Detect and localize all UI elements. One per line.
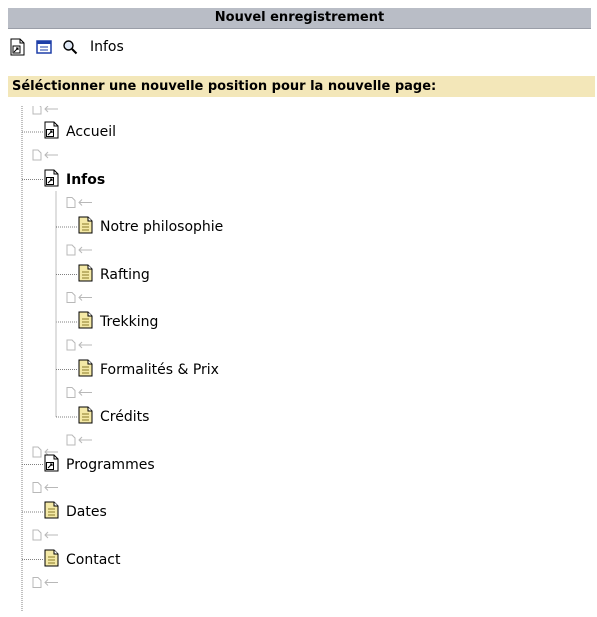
dialog-title: Nouvel enregistrement (8, 8, 591, 29)
page-icon (44, 501, 60, 523)
tree-node[interactable]: Formalités & Prix (78, 359, 219, 381)
position-heading: Séléctionner une nouvelle position pour … (8, 76, 595, 97)
page-icon (78, 216, 94, 238)
page-icon (78, 359, 94, 381)
list-icon[interactable] (36, 38, 52, 56)
page-tree: Accueil Infos Notre philosophie Rafting Trek… (20, 106, 580, 612)
tree-node[interactable]: Programmes (44, 454, 155, 476)
tree-node-label: Dates (66, 504, 107, 520)
insert-position-marker[interactable] (66, 339, 92, 351)
zoom-icon[interactable] (62, 38, 78, 56)
insert-position-marker[interactable] (66, 387, 92, 398)
tree-node[interactable]: Accueil (44, 121, 116, 143)
shortcut-page-icon (44, 169, 60, 191)
tree-node[interactable]: Contact (44, 549, 120, 571)
insert-position-marker[interactable] (32, 482, 58, 493)
tree-node[interactable]: Rafting (78, 264, 150, 286)
shortcut-page-icon (44, 121, 60, 143)
insert-position-marker[interactable] (32, 149, 58, 161)
tree-node-label: Notre philosophie (100, 219, 224, 235)
insert-position-marker[interactable] (66, 434, 92, 446)
tree-node-label: Accueil (66, 124, 116, 140)
insert-position-marker[interactable] (66, 244, 92, 256)
insert-position-marker[interactable] (32, 106, 58, 115)
shortcut-page-icon (44, 454, 60, 476)
tree-node[interactable]: Crédits (78, 406, 149, 428)
page-icon (78, 311, 94, 333)
page-icon (78, 264, 94, 286)
current-page-label: Infos (90, 39, 124, 55)
tree-node-label: Contact (66, 551, 121, 568)
tree-node-label: Crédits (100, 409, 150, 425)
tree-node-label: Trekking (100, 314, 159, 330)
insert-position-marker[interactable] (66, 292, 92, 303)
insert-position-marker[interactable] (32, 577, 58, 588)
tree-node-label: Infos (66, 171, 106, 188)
tree-node[interactable]: Trekking (78, 311, 158, 333)
tree-node-label: Rafting (100, 266, 150, 283)
tree-node[interactable]: Notre philosophie (78, 216, 223, 238)
toolbar: Infos (10, 36, 124, 58)
tree-node-label: Programmes (66, 456, 155, 473)
tree-node-label: Formalités & Prix (100, 361, 219, 378)
page-icon (44, 549, 60, 571)
page-shortcut-icon[interactable] (10, 38, 26, 56)
tree-node[interactable]: Infos (44, 169, 105, 191)
page-icon (78, 406, 94, 428)
insert-position-marker[interactable] (32, 529, 58, 541)
tree-node[interactable]: Dates (44, 501, 107, 523)
insert-position-marker[interactable] (66, 197, 92, 208)
